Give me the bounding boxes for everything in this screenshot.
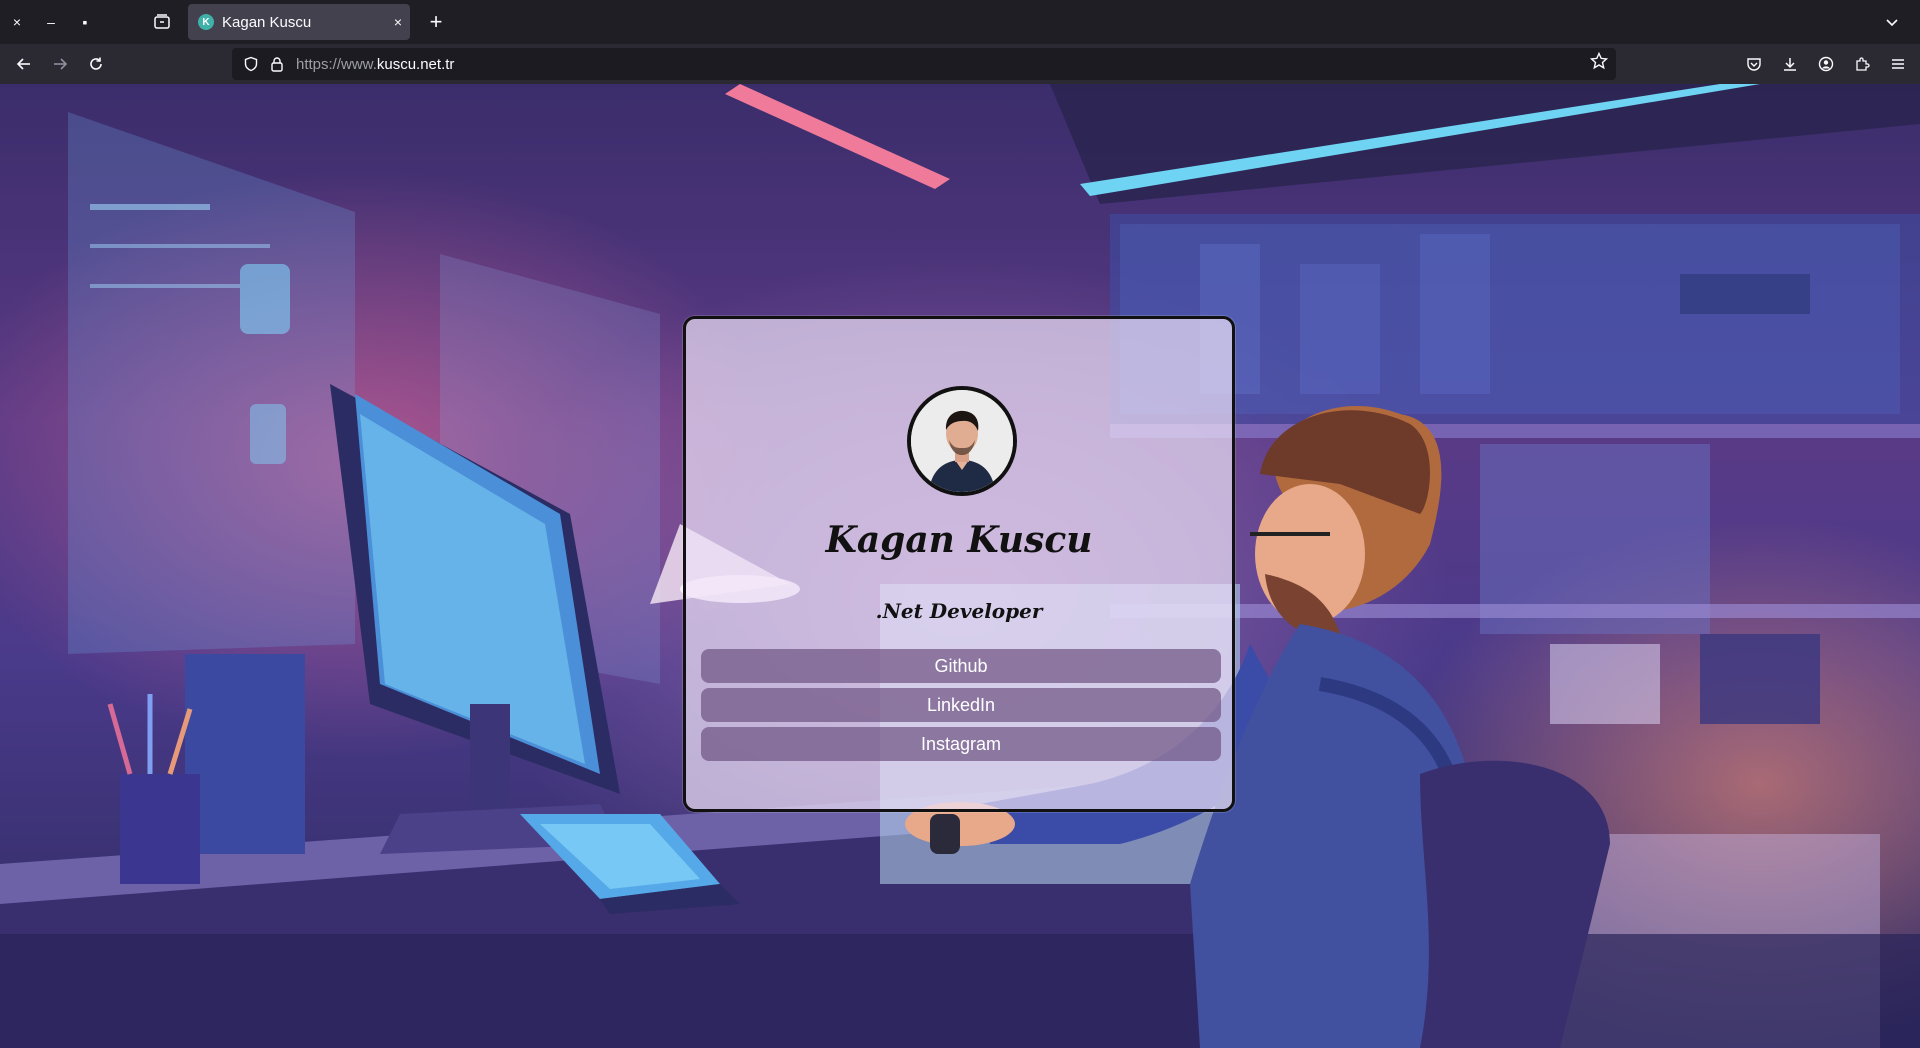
arrow-left-icon (16, 58, 30, 70)
github-link-button[interactable]: Github (701, 649, 1221, 683)
social-links: Github LinkedIn Instagram (701, 649, 1221, 766)
avatar-photo (911, 390, 1013, 492)
navigation-toolbar: https://www.kuscu.net.tr (0, 44, 1920, 84)
instagram-link-button[interactable]: Instagram (701, 727, 1221, 761)
new-tab-button[interactable]: + (418, 4, 454, 40)
pocket-button[interactable] (1736, 46, 1772, 82)
window-minimize-button[interactable]: – (34, 0, 68, 44)
url-bar[interactable]: https://www.kuscu.net.tr (232, 48, 1616, 80)
tab-close-button[interactable]: × (386, 14, 410, 30)
account-icon (1818, 56, 1834, 72)
site-favicon-icon: K (198, 14, 214, 30)
window-maximize-button[interactable]: ▪ (68, 0, 102, 44)
back-button[interactable] (6, 46, 42, 82)
arrow-right-icon (54, 58, 68, 70)
forward-button[interactable] (42, 46, 78, 82)
puzzle-icon (1856, 57, 1870, 71)
profile-role: .Net Developer (875, 599, 1043, 623)
linkedin-link-button[interactable]: LinkedIn (701, 688, 1221, 722)
url-prefix: https://www. (296, 55, 377, 73)
avatar (907, 386, 1017, 496)
pocket-icon (1747, 58, 1761, 71)
url-text[interactable]: https://www.kuscu.net.tr (296, 56, 454, 73)
reload-icon (90, 57, 102, 70)
window-close-button[interactable]: × (0, 0, 34, 44)
extensions-button[interactable] (1844, 46, 1880, 82)
person-portrait-icon (911, 390, 1013, 492)
app-menu-button[interactable] (1880, 46, 1916, 82)
page-viewport: Kagan Kuscu .Net Developer Github Linked… (0, 84, 1920, 1048)
tab-bar: × – ▪ K Kagan Kuscu × + (0, 0, 1920, 44)
profile-name: Kagan Kuscu (825, 519, 1093, 561)
url-domain: kuscu.net.tr (376, 55, 455, 73)
toolbar-right (1736, 46, 1920, 82)
list-all-tabs-button[interactable] (1874, 4, 1910, 40)
profile-card: Kagan Kuscu .Net Developer Github Linked… (683, 316, 1235, 812)
shield-icon[interactable] (238, 56, 264, 72)
lock-icon[interactable] (264, 56, 290, 72)
downloads-button[interactable] (1772, 46, 1808, 82)
tab-kagan-kuscu[interactable]: K Kagan Kuscu × (188, 4, 410, 40)
hamburger-icon (1892, 59, 1904, 69)
star-icon (1589, 51, 1609, 70)
firefox-view-button[interactable] (142, 0, 182, 44)
chevron-down-icon (1886, 19, 1898, 27)
firefox-view-icon (154, 14, 170, 29)
reload-button[interactable] (78, 46, 114, 82)
bookmark-button[interactable] (1589, 51, 1609, 75)
download-icon (1784, 58, 1796, 71)
tab-title: Kagan Kuscu (222, 13, 312, 31)
account-button[interactable] (1808, 46, 1844, 82)
